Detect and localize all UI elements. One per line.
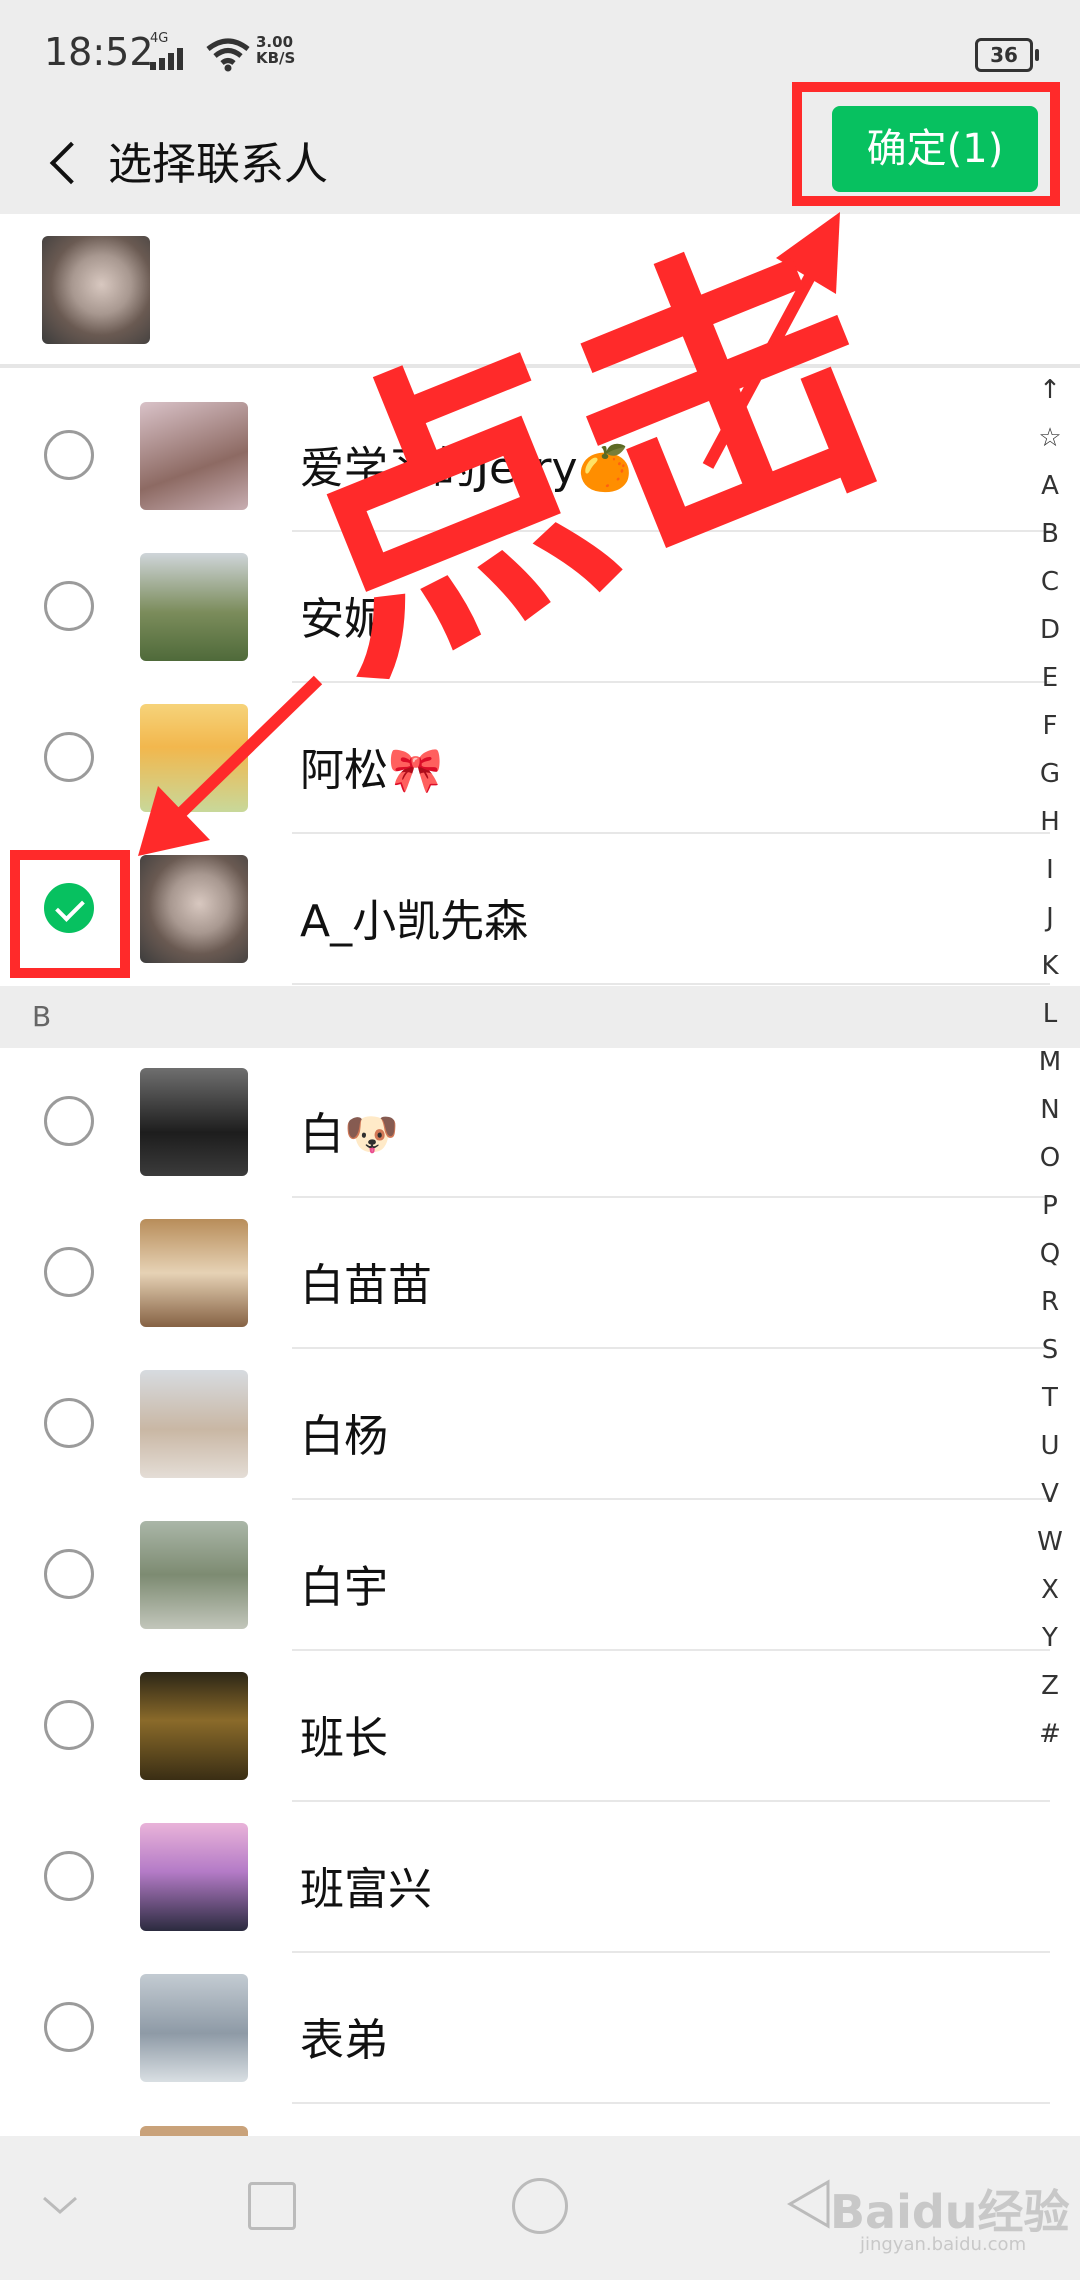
annotation-arrow-line [173, 675, 323, 821]
